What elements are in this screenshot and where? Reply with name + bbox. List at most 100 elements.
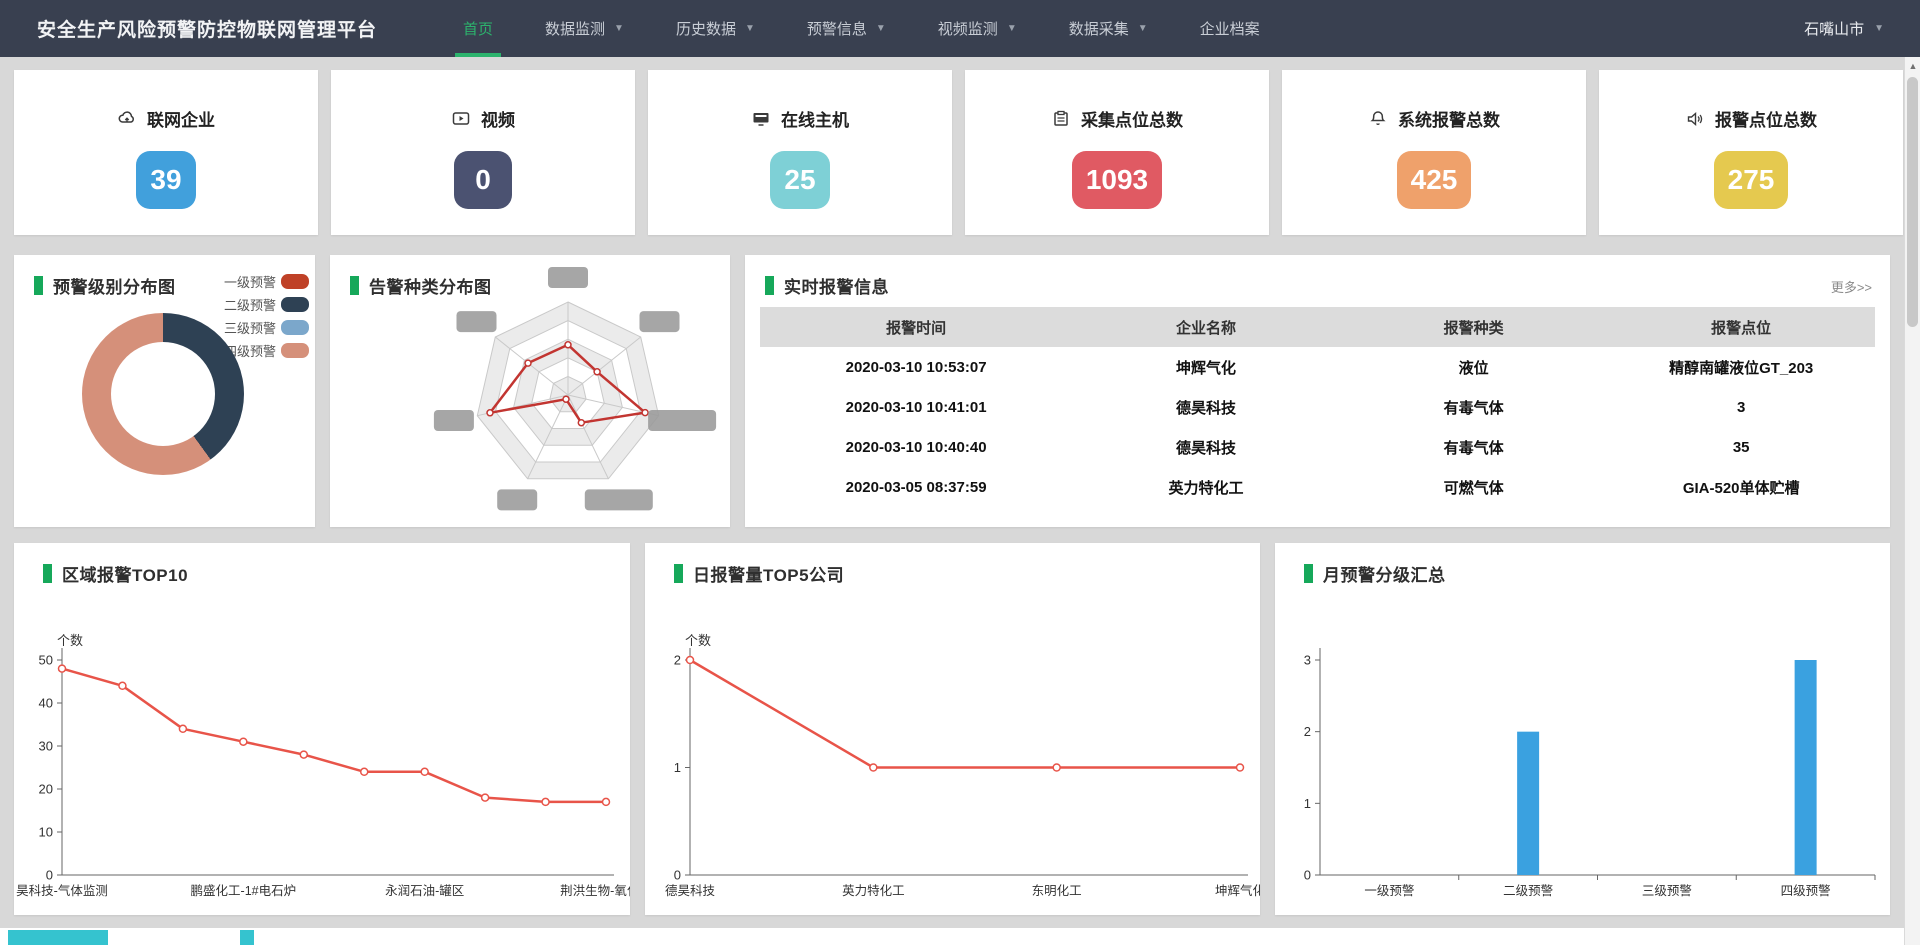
scrollbar-thumb[interactable] — [1907, 77, 1918, 327]
svg-text:流量: 流量 — [504, 255, 531, 258]
column-header: 报警点位 — [1607, 317, 1875, 338]
chevron-down-icon: ▼ — [1874, 23, 1884, 34]
page-scrollbar[interactable]: ▲ — [1904, 57, 1920, 945]
stat-card-header: 采集点位总数 — [1051, 106, 1183, 131]
svg-text:30: 30 — [39, 739, 53, 754]
enterprise-name: 德昊科技 — [1072, 397, 1340, 418]
nav-item-label: 企业档案 — [1200, 18, 1260, 39]
nav-item-label: 视频监测 — [938, 18, 998, 39]
stat-label: 在线主机 — [781, 106, 849, 131]
svg-text:3: 3 — [1304, 653, 1311, 668]
clipboard-icon — [1051, 109, 1071, 128]
nav-item-data-collect[interactable]: 数据采集 ▼ — [1043, 0, 1174, 57]
panel-region-alarm-top10: 区域报警TOP10 个数01020304050昊科技-气体监测鹏盛化工-1#电石… — [14, 543, 630, 915]
region-label: 石嘴山市 — [1804, 18, 1864, 39]
chevron-down-icon: ▼ — [876, 23, 886, 34]
legend-swatch — [281, 343, 309, 358]
panel-warning-level-distribution: 预警级别分布图 一级预警 二级预警 三级预警 四级预警 — [14, 255, 315, 527]
green-bar-icon — [34, 276, 43, 295]
table-row[interactable]: 2020-03-10 10:40:40 德昊科技 有毒气体 35 — [760, 427, 1875, 467]
scroll-up-arrow[interactable]: ▲ — [1905, 57, 1920, 75]
radar-axis-label: 压力 — [457, 255, 497, 332]
alarm-type: 有毒气体 — [1340, 437, 1608, 458]
svg-text:20: 20 — [39, 782, 53, 797]
column-header: 企业名称 — [1072, 317, 1340, 338]
stat-value-badge: 425 — [1397, 151, 1472, 209]
legend-swatch — [281, 320, 309, 335]
svg-text:0: 0 — [1304, 868, 1311, 883]
stat-label: 报警点位总数 — [1715, 106, 1817, 131]
daily-alarm-top5-line-chart: 个数012德昊科技英力特化工东明化工坤辉气化 — [645, 543, 1260, 915]
svg-text:一级预警: 一级预警 — [1364, 883, 1414, 898]
radar-axis-label: 温度 — [548, 255, 588, 288]
alarm-point: GIA-520单体贮槽 — [1607, 477, 1875, 498]
enterprise-name: 德昊科技 — [1072, 437, 1340, 458]
svg-text:个数: 个数 — [685, 633, 711, 648]
svg-text:2: 2 — [1304, 724, 1311, 739]
alarm-table-header: 报警时间 企业名称 报警种类 报警点位 — [760, 307, 1875, 347]
svg-text:10: 10 — [39, 825, 53, 840]
stat-label: 视频 — [481, 106, 515, 131]
radar-axis-label: 其它 — [640, 255, 680, 332]
donut-hole — [111, 342, 215, 446]
legend-item[interactable]: 一级预警 — [220, 270, 309, 293]
panel-monthly-warning-summary: 月预警分级汇总 0123一级预警二级预警三级预警四级预警 — [1275, 543, 1890, 915]
app-title: 安全生产风险预警防控物联网管理平台 — [37, 15, 377, 42]
stat-card-header: 报警点位总数 — [1685, 106, 1817, 131]
stat-card-3: 采集点位总数1093 — [965, 70, 1269, 235]
speaker-icon — [1685, 109, 1705, 128]
panel-title-text: 预警级别分布图 — [53, 273, 176, 298]
alarm-point: 3 — [1607, 399, 1875, 416]
table-row[interactable]: 2020-03-10 10:53:07 坤辉气化 液位 精醇南罐液位GT_203 — [760, 347, 1875, 387]
svg-text:温度: 温度 — [555, 255, 582, 258]
nav-item-video-monitor[interactable]: 视频监测 ▼ — [912, 0, 1043, 57]
monthly-warning-bar-chart: 0123一级预警二级预警三级预警四级预警 — [1275, 543, 1890, 915]
alarm-type: 有毒气体 — [1340, 397, 1608, 418]
svg-text:永润石油-罐区: 永润石油-罐区 — [385, 884, 464, 898]
alarm-time: 2020-03-10 10:53:07 — [760, 359, 1072, 376]
legend-label: 二级预警 — [220, 295, 276, 314]
teal-block — [8, 930, 108, 945]
stat-card-1: 视频 0 — [331, 70, 635, 235]
alarm-point: 35 — [1607, 439, 1875, 456]
legend-item[interactable]: 三级预警 — [220, 316, 309, 339]
column-header: 报警种类 — [1340, 317, 1608, 338]
panel-daily-alarm-top5: 日报警量TOP5公司 个数012德昊科技英力特化工东明化工坤辉气化 — [645, 543, 1260, 915]
nav-item-warning-info[interactable]: 预警信息 ▼ — [781, 0, 912, 57]
column-header: 报警时间 — [760, 317, 1072, 338]
table-row[interactable]: 2020-03-10 10:41:01 德昊科技 有毒气体 3 — [760, 387, 1875, 427]
chevron-down-icon: ▼ — [1138, 23, 1148, 34]
region-selector[interactable]: 石嘴山市 ▼ — [1804, 0, 1884, 57]
chevron-down-icon: ▼ — [1007, 23, 1017, 34]
dashboard: 安全生产风险预警防控物联网管理平台 首页 数据监测 ▼ 历史数据 ▼ 预警信息 … — [0, 0, 1920, 945]
enterprise-name: 坤辉气化 — [1072, 357, 1340, 378]
svg-text:德昊科技: 德昊科技 — [665, 883, 716, 898]
stat-card-5: 报警点位总数275 — [1599, 70, 1903, 235]
nav-item-history-data[interactable]: 历史数据 ▼ — [650, 0, 781, 57]
nav-item-enterprise-archive[interactable]: 企业档案 — [1174, 0, 1286, 57]
alarm-time: 2020-03-10 10:41:01 — [760, 399, 1072, 416]
chevron-down-icon: ▼ — [614, 23, 624, 34]
stat-card-header: 视频 — [451, 106, 515, 131]
next-section-strip — [0, 928, 1904, 945]
stat-value-badge: 0 — [454, 151, 512, 209]
alarm-type-radar-chart: 温度其它可燃气体有毒气体流量液位压力 — [330, 255, 730, 527]
svg-text:1: 1 — [1304, 796, 1311, 811]
panel-title: 实时报警信息 — [765, 273, 889, 298]
svg-text:昊科技-气体监测: 昊科技-气体监测 — [16, 883, 108, 898]
nav-item-data-monitor[interactable]: 数据监测 ▼ — [519, 0, 650, 57]
legend-item[interactable]: 二级预警 — [220, 293, 309, 316]
svg-text:二级预警: 二级预警 — [1503, 883, 1553, 898]
svg-text:1: 1 — [674, 760, 681, 775]
nav-item-home[interactable]: 首页 — [437, 0, 519, 57]
stat-card-header: 在线主机 — [751, 106, 849, 131]
top-nav: 安全生产风险预警防控物联网管理平台 首页 数据监测 ▼ 历史数据 ▼ 预警信息 … — [0, 0, 1920, 57]
legend-swatch — [281, 297, 309, 312]
enterprise-name: 英力特化工 — [1072, 477, 1340, 498]
panel-title-text: 实时报警信息 — [784, 273, 889, 298]
table-row[interactable]: 2020-03-05 08:37:59 英力特化工 可燃气体 GIA-520单体… — [760, 467, 1875, 507]
teal-block — [240, 930, 254, 945]
more-link[interactable]: 更多>> — [1831, 277, 1872, 296]
svg-text:2: 2 — [674, 653, 681, 668]
panel-title: 预警级别分布图 — [34, 273, 176, 298]
